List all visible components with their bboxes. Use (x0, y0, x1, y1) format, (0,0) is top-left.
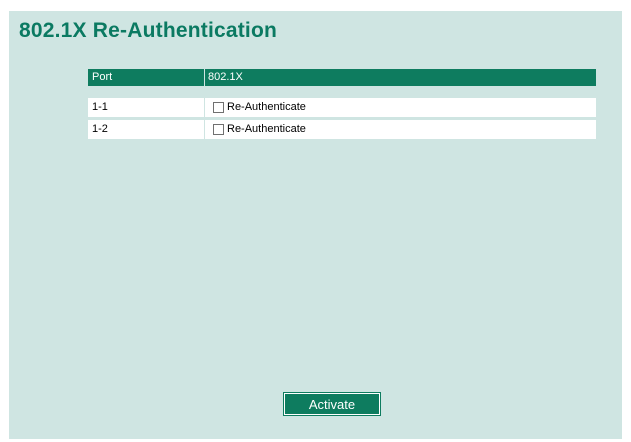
reauth-checkbox-1-1[interactable] (213, 102, 224, 113)
header-port: Port (88, 69, 205, 86)
reauth-table: Port 802.1X 1-1 Re-Authenticate 1-2 Re-A… (88, 69, 596, 142)
content-panel: 802.1X Re-Authentication Port 802.1X 1-1… (9, 11, 622, 439)
page-title: 802.1X Re-Authentication (19, 19, 278, 42)
reauth-checkbox-label[interactable]: Re-Authenticate (227, 98, 306, 117)
header-8021x: 802.1X (208, 71, 243, 83)
reauth-checkbox-1-2[interactable] (213, 124, 224, 135)
reauth-cell: Re-Authenticate (205, 98, 596, 117)
activate-button[interactable]: Activate (283, 392, 381, 416)
table-body: 1-1 Re-Authenticate 1-2 Re-Authenticate (88, 98, 596, 139)
table-header: Port 802.1X (88, 69, 596, 86)
table-row: 1-1 Re-Authenticate (88, 98, 596, 117)
reauth-cell: Re-Authenticate (205, 120, 596, 139)
table-row: 1-2 Re-Authenticate (88, 120, 596, 139)
reauth-checkbox-label[interactable]: Re-Authenticate (227, 120, 306, 139)
port-cell: 1-1 (88, 98, 205, 117)
port-cell: 1-2 (88, 120, 205, 139)
